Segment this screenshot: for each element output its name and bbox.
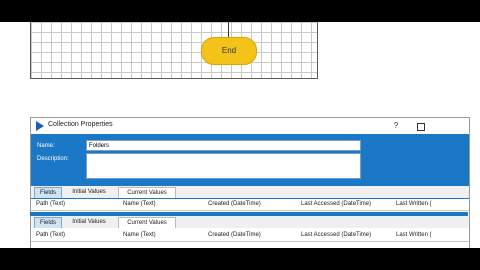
column-header[interactable]: Last Accessed (DateTime) bbox=[301, 201, 371, 207]
tab-strip-bottom: Fields Initial Values Current Values bbox=[31, 216, 469, 228]
video-letterbox-top bbox=[0, 0, 480, 22]
dialog-titlebar: Collection Properties ? bbox=[31, 118, 469, 134]
maximize-icon bbox=[417, 123, 425, 131]
help-button[interactable]: ? bbox=[389, 120, 403, 132]
tab-current-values[interactable]: Current Values bbox=[118, 217, 176, 228]
dialog-title: Collection Properties bbox=[48, 121, 113, 128]
column-header[interactable]: Last Written ( bbox=[396, 232, 432, 238]
column-header[interactable]: Path (Text) bbox=[36, 232, 65, 238]
tab-strip-top: Fields Initial Values Current Values bbox=[31, 186, 469, 198]
maximize-button[interactable] bbox=[414, 120, 428, 132]
name-field[interactable]: Folders bbox=[86, 140, 361, 151]
tab-current-values[interactable]: Current Values bbox=[118, 187, 176, 198]
end-node[interactable]: End bbox=[201, 37, 257, 65]
column-header[interactable]: Last Written ( bbox=[396, 201, 432, 207]
column-header[interactable]: Created (DateTime) bbox=[208, 201, 261, 207]
column-header[interactable]: Name (Text) bbox=[123, 232, 156, 238]
app-icon bbox=[36, 121, 44, 131]
fields-header-row: Path (Text) Name (Text) Created (DateTim… bbox=[31, 230, 469, 242]
flow-canvas[interactable]: End bbox=[30, 22, 318, 79]
column-header[interactable]: Last Accessed (DateTime) bbox=[301, 232, 371, 238]
name-label: Name: bbox=[37, 143, 55, 149]
video-letterbox-bottom bbox=[0, 248, 480, 270]
column-header[interactable]: Path (Text) bbox=[36, 201, 65, 207]
flow-connector bbox=[228, 22, 229, 37]
fields-header-row: Path (Text) Name (Text) Created (DateTim… bbox=[31, 199, 469, 211]
tab-fields[interactable]: Fields bbox=[34, 187, 62, 198]
description-field[interactable] bbox=[86, 153, 361, 179]
description-label: Description: bbox=[37, 156, 69, 162]
column-header[interactable]: Created (DateTime) bbox=[208, 232, 261, 238]
fields-panel-lower: Fields Initial Values Current Values Pat… bbox=[30, 216, 470, 249]
tab-initial-values[interactable]: Initial Values bbox=[64, 187, 114, 198]
column-header[interactable]: Name (Text) bbox=[123, 201, 156, 207]
tab-initial-values[interactable]: Initial Values bbox=[64, 217, 114, 228]
tab-fields[interactable]: Fields bbox=[34, 217, 62, 228]
